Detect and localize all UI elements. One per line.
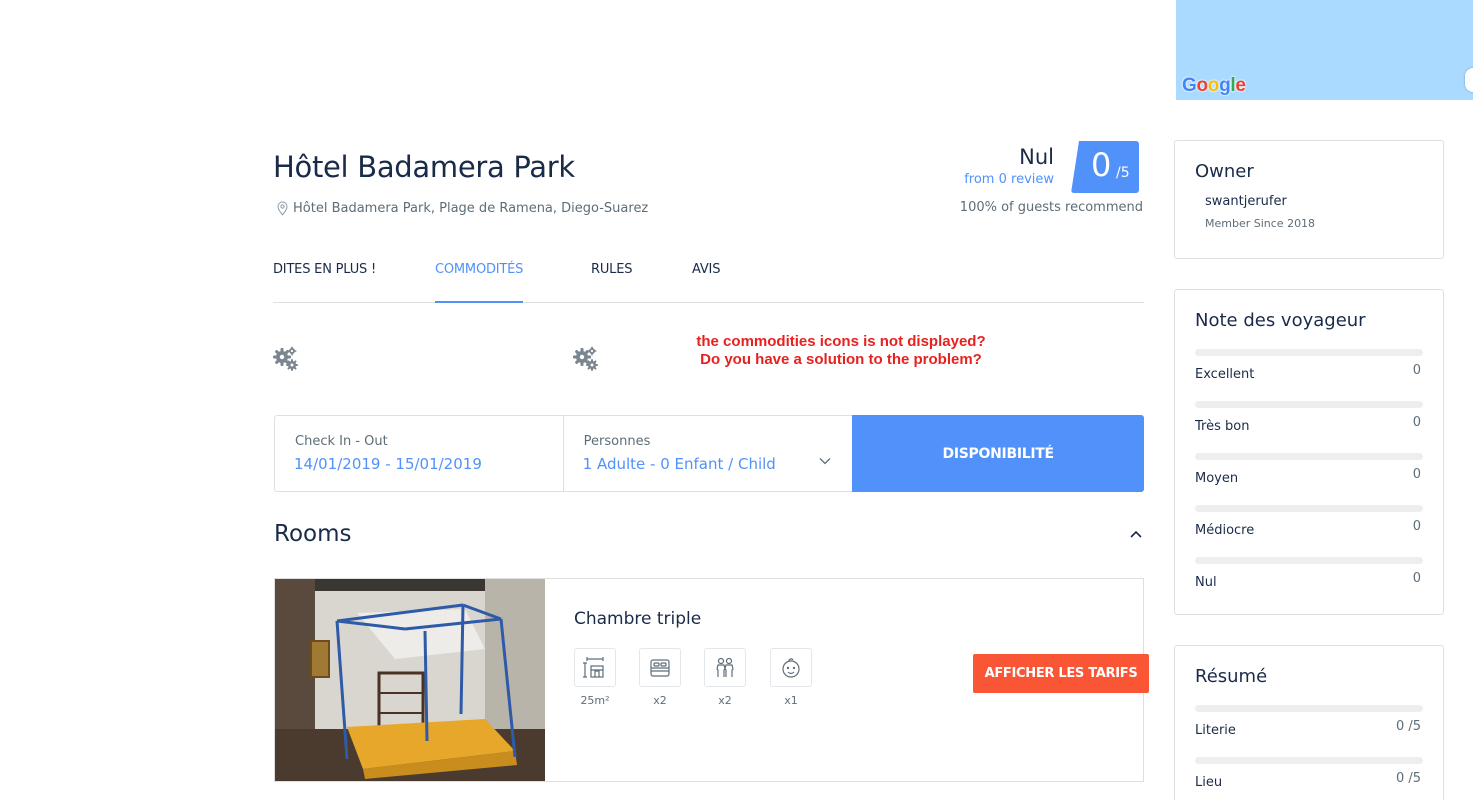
annotation-note: the commodities icons is not displayed? … (676, 333, 1006, 369)
beds-value: x2 (653, 694, 667, 707)
review-row: Médiocre 0 (1195, 505, 1423, 545)
availability-form: Check In - Out 14/01/2019 - 15/01/2019 P… (274, 415, 1144, 492)
summary-bar (1195, 705, 1423, 712)
rating-badge: 0 /5 (1071, 141, 1139, 193)
review-label: Nul (1195, 575, 1217, 590)
gears-icon (573, 346, 598, 371)
map-control[interactable] (1465, 68, 1473, 92)
checkin-checkout-field[interactable]: Check In - Out 14/01/2019 - 15/01/2019 (275, 416, 564, 491)
gears-icon (273, 346, 298, 371)
summary-score: 0 /5 (1395, 719, 1421, 734)
recommend-text: 100% of guests recommend (959, 200, 1143, 215)
review-bar (1195, 401, 1423, 408)
owner-title: Owner (1195, 161, 1254, 182)
rooms-heading: Rooms (274, 521, 352, 547)
show-rates-button[interactable]: AFFICHER LES TARIFS (973, 654, 1149, 693)
summary-row: Literie 0 /5 (1195, 705, 1423, 745)
child-value: x1 (784, 694, 798, 707)
owner-card: Owner swantjerufer Member Since 2018 (1174, 140, 1444, 259)
review-count: 0 (1412, 363, 1421, 378)
map-view[interactable]: Google (1176, 0, 1473, 100)
review-label: Médiocre (1195, 523, 1255, 538)
review-bar (1195, 453, 1423, 460)
map-pin-icon (277, 201, 288, 216)
review-count: 0 (1412, 415, 1421, 430)
review-row: Très bon 0 (1195, 401, 1423, 441)
tab-avis[interactable]: AVIS (692, 262, 720, 303)
summary-label: Literie (1195, 723, 1236, 738)
summary-score: 0 /5 (1395, 771, 1421, 786)
rating-scale: /5 (1116, 165, 1130, 181)
room-size-value: 25m² (580, 694, 610, 707)
detail-tabs: DITES EN PLUS ! COMMODITÉS RULES AVIS (273, 262, 1144, 303)
tab-rules[interactable]: RULES (591, 262, 632, 303)
review-row: Moyen 0 (1195, 453, 1423, 493)
adults-facility: x2 (704, 648, 746, 707)
review-count: 0 (1412, 519, 1421, 534)
adults-icon (716, 657, 734, 677)
checkin-value[interactable]: 14/01/2019 - 15/01/2019 (294, 455, 482, 473)
chevron-down-icon[interactable] (818, 454, 832, 468)
google-logo: Google (1182, 75, 1246, 96)
review-label: Très bon (1195, 419, 1250, 434)
tab-dites-en-plus[interactable]: DITES EN PLUS ! (273, 262, 376, 303)
review-row: Excellent 0 (1195, 349, 1423, 389)
room-photo[interactable] (275, 579, 545, 781)
review-bar (1195, 505, 1423, 512)
review-row: Nul 0 (1195, 557, 1423, 597)
review-bar (1195, 349, 1423, 356)
chevron-up-icon[interactable] (1128, 528, 1144, 540)
room-card: Chambre triple 25m² x2 x2 x1 AFFICHER LE… (274, 578, 1149, 782)
room-photo-image (275, 579, 545, 781)
review-label: Excellent (1195, 367, 1255, 382)
review-count: 0 (1412, 467, 1421, 482)
reviews-link[interactable]: from 0 review (964, 172, 1054, 187)
guests-field[interactable]: Personnes 1 Adulte - 0 Enfant / Child (564, 416, 853, 491)
rating-word: Nul (1019, 145, 1054, 169)
room-size-icon (583, 656, 604, 678)
traveler-reviews-card: Note des voyageur Excellent 0 Très bon 0… (1174, 289, 1444, 615)
annotation-line: the commodities icons is not displayed? (696, 333, 986, 350)
child-icon (782, 657, 800, 678)
hotel-address: Hôtel Badamera Park, Plage de Ramena, Di… (276, 201, 648, 216)
child-facility: x1 (770, 648, 812, 707)
guests-label: Personnes (583, 434, 651, 449)
summary-card: Résumé Literie 0 /5 Lieu 0 /5 (1174, 645, 1444, 800)
room-size-facility: 25m² (574, 648, 616, 707)
bed-icon (650, 658, 670, 677)
summary-bar (1195, 757, 1423, 764)
room-name[interactable]: Chambre triple (574, 609, 701, 629)
summary-label: Lieu (1195, 775, 1223, 790)
beds-facility: x2 (639, 648, 681, 707)
review-count: 0 (1412, 571, 1421, 586)
review-label: Moyen (1195, 471, 1239, 486)
hotel-title: Hôtel Badamera Park (273, 150, 575, 184)
availability-button[interactable]: DISPONIBILITÉ (852, 415, 1144, 492)
summary-row: Lieu 0 /5 (1195, 757, 1423, 797)
owner-username[interactable]: swantjerufer (1205, 194, 1287, 209)
guests-value[interactable]: 1 Adulte - 0 Enfant / Child (583, 455, 776, 473)
owner-member-since: Member Since 2018 (1205, 217, 1316, 230)
summary-title: Résumé (1195, 666, 1268, 687)
address-text: Hôtel Badamera Park, Plage de Ramena, Di… (293, 201, 649, 216)
rating-summary: Nul from 0 review 0 /5 100% of guests re… (940, 141, 1145, 221)
review-bar (1195, 557, 1423, 564)
checkin-label: Check In - Out (295, 434, 388, 449)
adults-value: x2 (718, 694, 732, 707)
traveler-reviews-title: Note des voyageur (1195, 310, 1366, 331)
tab-commodites[interactable]: COMMODITÉS (435, 262, 523, 303)
annotation-line: Do you have a solution to the problem? (700, 351, 982, 368)
rating-score: 0 (1091, 146, 1112, 184)
